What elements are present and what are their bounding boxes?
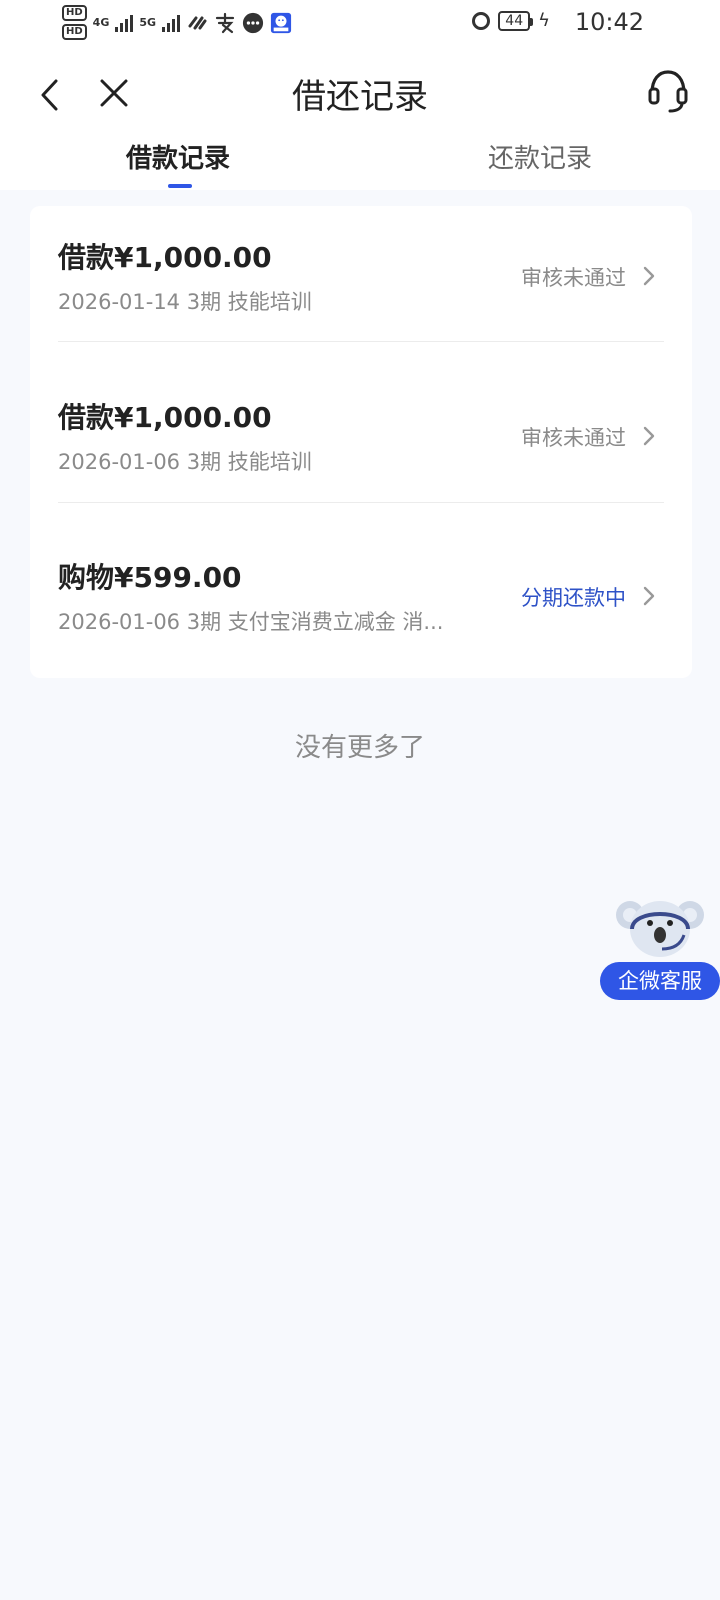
koala-mascot-icon [616,901,704,957]
page-title: 借还记录 [292,77,428,117]
list-item[interactable]: 借款¥1,000.00 2026-01-06 3期 技能培训 审核未通过 [30,366,692,528]
record-meta: 2026-01-06 3期 支付宝消费立减金 消... [58,610,444,634]
headset-icon [648,70,688,113]
network-5g-label: 5G [139,16,157,29]
alarm-icon [472,11,491,30]
record-status: 审核未通过 [521,266,626,290]
record-tabs: 借款记录 还款记录 [0,138,720,190]
message-icon [242,12,264,34]
floating-service-button[interactable]: 企微客服 [600,895,720,1005]
customer-service-button[interactable] [646,67,690,117]
signal-1-icon [115,14,134,32]
chevron-right-icon [643,426,655,446]
record-title: 借款¥1,000.00 [58,241,272,274]
record-status: 审核未通过 [521,426,626,450]
record-title: 借款¥1,000.00 [58,401,272,434]
battery-icon: 44 [498,10,533,31]
tab-borrow-records[interactable]: 借款记录 [126,138,230,175]
signal-2-icon [162,14,181,32]
hd-indicators: HD HD [62,5,87,40]
record-status: 分期还款中 [521,586,626,610]
hd-badge-2: HD [62,24,87,40]
divider [58,502,664,503]
list-item[interactable]: 借款¥1,000.00 2026-01-14 3期 技能培训 审核未通过 [30,206,692,368]
end-of-list-note: 没有更多了 [294,733,425,763]
list-item[interactable]: 购物¥599.00 2026-01-06 3期 支付宝消费立减金 消... 分期… [30,526,692,688]
hd-badge-1: HD [62,5,87,21]
header-area: HD HD 4G 5G 44 ϟ 10:42 借还记录 借款记录 还款记录 [0,0,720,190]
charging-icon: ϟ [538,10,550,31]
alipay-icon [214,12,236,34]
active-tab-indicator [168,184,192,188]
status-time: 10:42 [574,8,644,36]
status-left: HD HD 4G 5G [62,5,292,40]
records-card: 借款¥1,000.00 2026-01-14 3期 技能培训 审核未通过 借款¥… [30,206,692,678]
status-right: 44 ϟ [472,10,550,31]
app-notify-icon [270,12,292,34]
nav-bar: 借还记录 [0,55,720,135]
record-meta: 2026-01-06 3期 技能培训 [58,450,312,474]
tab-repay-records[interactable]: 还款记录 [488,138,592,175]
chevron-right-icon [643,586,655,606]
link-icon [186,12,208,34]
record-meta: 2026-01-14 3期 技能培训 [58,290,312,314]
chevron-right-icon [643,266,655,286]
network-4g-label: 4G [92,16,110,29]
status-bar: HD HD 4G 5G 44 ϟ 10:42 [0,0,720,50]
service-label: 企微客服 [600,962,720,1000]
record-title: 购物¥599.00 [58,561,242,594]
divider [58,341,664,342]
